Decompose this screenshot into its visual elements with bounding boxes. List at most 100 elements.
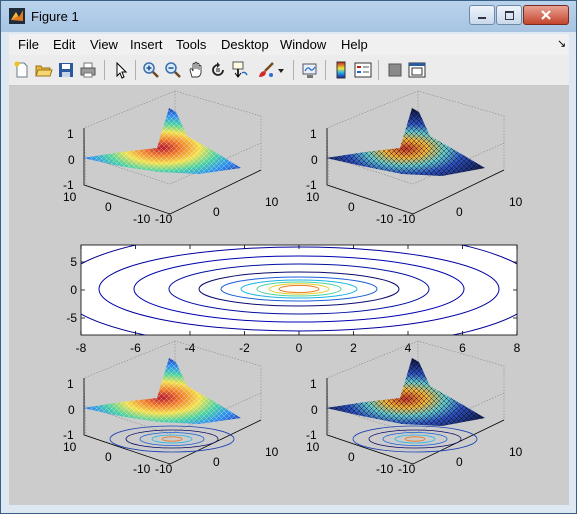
- y-tick: 0: [348, 200, 355, 214]
- edit-plot-arrow-icon[interactable]: [112, 61, 130, 79]
- subplot-bottom-right[interactable]: 1 0 -1 10 0 -10 -10 0 10: [306, 340, 523, 476]
- rotate-3d-icon[interactable]: [209, 61, 227, 79]
- x-tick: 10: [509, 445, 523, 459]
- y-tick: 0: [105, 200, 112, 214]
- toolbar-separator: [325, 60, 326, 80]
- data-cursor-icon[interactable]: [231, 61, 249, 79]
- minimize-button[interactable]: [469, 5, 495, 25]
- figure-canvas[interactable]: 1 0 -1 10 0 -10 -10 0 10 1 0 -1 10 0 -10…: [9, 86, 569, 505]
- x-tick: 6: [459, 341, 466, 355]
- menu-file[interactable]: File: [18, 37, 39, 52]
- save-icon[interactable]: [57, 61, 75, 79]
- y-tick: 0: [70, 283, 77, 297]
- figure-window: Figure 1 File Edit View Insert Tools Des…: [0, 0, 577, 514]
- colorbar-icon[interactable]: [332, 61, 350, 79]
- z-tick: 0: [311, 153, 318, 167]
- menu-edit[interactable]: Edit: [53, 37, 75, 52]
- x-tick: -10: [155, 462, 173, 476]
- z-tick: 1: [67, 377, 74, 391]
- y-tick: 0: [105, 450, 112, 464]
- show-plot-tools-icon[interactable]: [408, 61, 426, 79]
- legend-icon[interactable]: [354, 61, 372, 79]
- x-tick: 10: [265, 195, 279, 209]
- y-tick: 10: [63, 190, 77, 204]
- brush-dropdown-icon[interactable]: [277, 61, 285, 79]
- subplot-bottom-left[interactable]: 1 0 -1 10 0 -10 -10 0 10: [63, 340, 279, 476]
- new-figure-icon[interactable]: [13, 61, 31, 79]
- x-tick: 8: [514, 341, 521, 355]
- y-tick: 10: [63, 440, 77, 454]
- x-tick: -10: [398, 212, 416, 226]
- x-tick: -4: [185, 341, 196, 355]
- contour-projection: [109, 425, 235, 453]
- x-tick: 0: [456, 205, 463, 219]
- menu-window[interactable]: Window: [280, 37, 326, 52]
- close-button[interactable]: [523, 5, 569, 25]
- x-tick: -10: [155, 212, 173, 226]
- surface-mesh: [83, 108, 241, 174]
- menu-help[interactable]: Help: [341, 37, 368, 52]
- y-tick-labels: 5 0 -5: [66, 255, 77, 325]
- surface-mesh: [83, 358, 241, 424]
- menu-insert[interactable]: Insert: [130, 37, 163, 52]
- subplot-top-left[interactable]: 1 0 -1 10 0 -10 -10 0 10: [63, 90, 279, 226]
- x-tick: 0: [456, 455, 463, 469]
- pan-hand-icon[interactable]: [187, 61, 205, 79]
- y-tick: -10: [376, 212, 394, 226]
- subplot-top-right[interactable]: 1 0 -1 10 0 -10 -10 0 10: [306, 90, 523, 226]
- brush-icon[interactable]: [257, 61, 275, 79]
- x-tick-labels: -8 -6 -4 -2 0 2 4 6 8: [76, 341, 521, 355]
- title-bar[interactable]: Figure 1: [1, 1, 576, 32]
- y-tick: -10: [376, 462, 394, 476]
- z-tick: 1: [67, 127, 74, 141]
- z-tick: 1: [310, 127, 317, 141]
- toolbar-separator: [293, 60, 294, 80]
- menu-view[interactable]: View: [90, 37, 118, 52]
- toolbar-separator: [378, 60, 379, 80]
- print-icon[interactable]: [79, 61, 97, 79]
- z-tick: 0: [68, 403, 75, 417]
- y-tick: 5: [70, 255, 77, 269]
- x-tick: 10: [509, 195, 523, 209]
- maximize-button[interactable]: [496, 5, 522, 25]
- surface-mesh: [326, 108, 485, 176]
- x-tick: 2: [350, 341, 357, 355]
- open-file-icon[interactable]: [35, 61, 53, 79]
- window-title: Figure 1: [31, 9, 79, 24]
- y-tick: 0: [348, 450, 355, 464]
- x-tick: 0: [213, 205, 220, 219]
- y-tick: -5: [66, 311, 77, 325]
- zoom-out-icon[interactable]: [164, 61, 182, 79]
- contour-projection: [352, 425, 478, 453]
- x-tick: 10: [265, 445, 279, 459]
- restore-icon: [505, 11, 514, 20]
- x-tick: -8: [76, 341, 87, 355]
- figure-graphics: 1 0 -1 10 0 -10 -10 0 10 1 0 -1 10 0 -10…: [59, 90, 539, 476]
- y-tick: -10: [133, 212, 151, 226]
- menu-desktop[interactable]: Desktop: [221, 37, 269, 52]
- menu-tools[interactable]: Tools: [176, 37, 206, 52]
- surface-mesh: [326, 358, 485, 426]
- x-tick: 0: [213, 455, 220, 469]
- x-tick: 4: [405, 341, 412, 355]
- y-tick: 10: [306, 190, 320, 204]
- zoom-in-icon[interactable]: [142, 61, 160, 79]
- toolbar-separator: [135, 60, 136, 80]
- minimize-icon: [478, 17, 486, 19]
- close-icon: [541, 10, 551, 20]
- y-tick: -10: [133, 462, 151, 476]
- x-tick: -6: [130, 341, 141, 355]
- hide-plot-tools-icon[interactable]: [386, 61, 404, 79]
- matlab-logo-icon: [9, 8, 25, 24]
- x-tick: 0: [296, 341, 303, 355]
- y-tick: 10: [306, 440, 320, 454]
- x-tick: -2: [239, 341, 250, 355]
- z-tick: 1: [310, 377, 317, 391]
- link-plot-icon[interactable]: [301, 61, 319, 79]
- figure-toolbar: [9, 55, 569, 86]
- dock-arrow-icon[interactable]: ↘: [557, 37, 566, 50]
- toolbar-separator: [104, 60, 105, 80]
- menu-bar: File Edit View Insert Tools Desktop Wind…: [9, 34, 569, 55]
- z-tick: 0: [68, 153, 75, 167]
- subplot-middle-contour[interactable]: -8 -6 -4 -2 0 2 4 6 8 5 0 -5: [59, 229, 539, 355]
